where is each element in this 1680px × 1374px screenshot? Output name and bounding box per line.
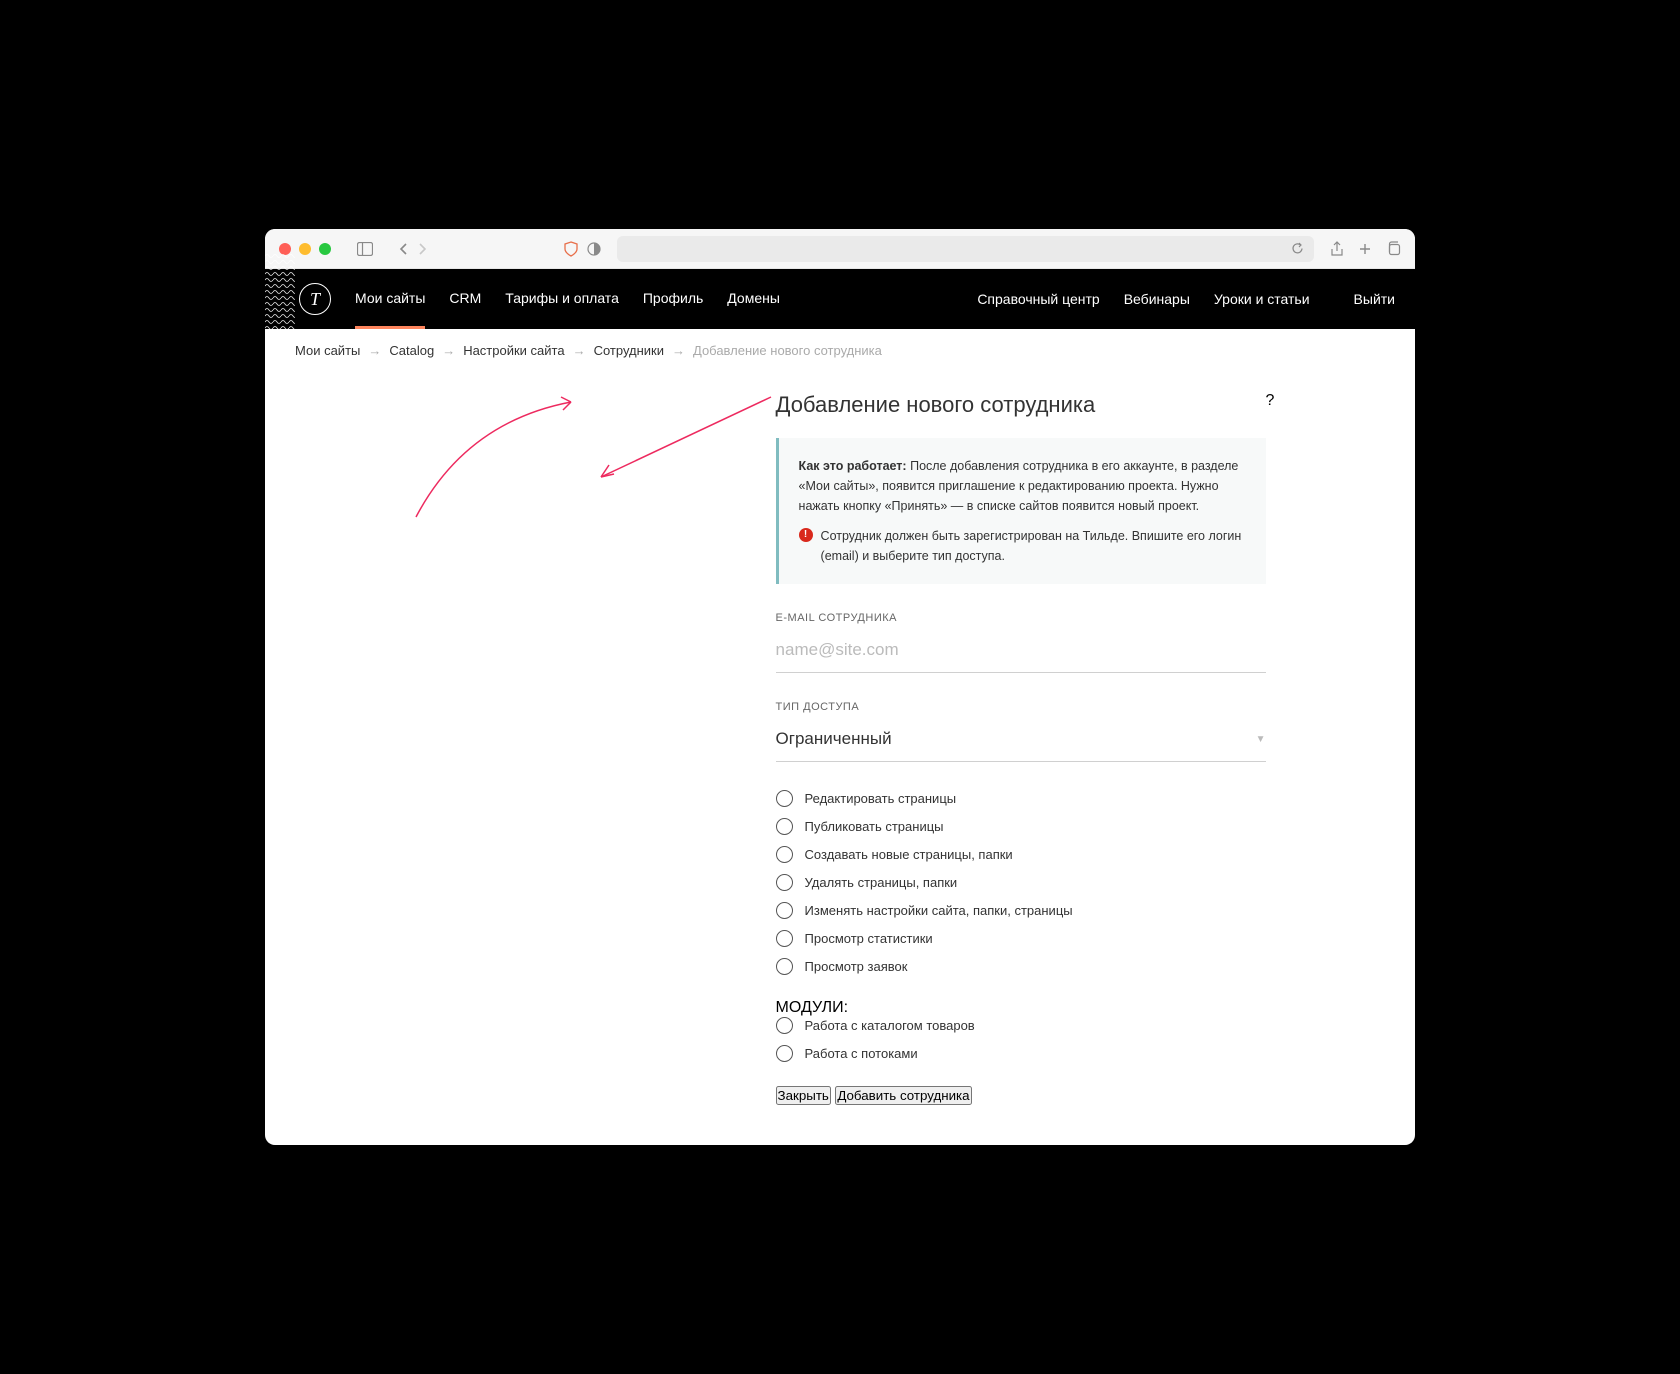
url-bar[interactable] — [617, 236, 1314, 262]
email-field[interactable] — [776, 634, 1266, 673]
tabs-icon[interactable] — [1386, 241, 1401, 256]
chevron-down-icon: ▼ — [1256, 734, 1266, 745]
breadcrumb-current: Добавление нового сотрудника — [693, 343, 882, 358]
radio-icon — [776, 874, 793, 891]
nav-logout[interactable]: Выйти — [1354, 291, 1395, 307]
chevron-right-icon: → — [573, 343, 586, 358]
radio-icon — [776, 958, 793, 975]
permissions-list: Редактировать страницы Публиковать стран… — [776, 790, 1266, 975]
privacy-icon[interactable] — [587, 242, 601, 256]
breadcrumb-item[interactable]: Catalog — [389, 343, 434, 358]
nav-domains[interactable]: Домены — [727, 290, 780, 329]
chevron-right-icon: → — [672, 343, 685, 358]
nav-help-center[interactable]: Справочный центр — [977, 291, 1099, 307]
page-title: Добавление нового сотрудника — [776, 392, 1266, 418]
breadcrumb-item[interactable]: Сотрудники — [594, 343, 664, 358]
reload-icon[interactable] — [1291, 242, 1304, 255]
main-content: Добавление нового сотрудника Как это раб… — [265, 372, 1415, 1145]
traffic-lights — [279, 243, 331, 255]
modules-label: МОДУЛИ: — [776, 999, 1266, 1017]
access-select[interactable]: Ограниченный ▼ — [776, 723, 1266, 762]
module-item[interactable]: Работа с каталогом товаров — [776, 1017, 1266, 1034]
permission-label: Просмотр заявок — [805, 959, 908, 974]
access-value: Ограниченный — [776, 729, 892, 749]
nav-profile[interactable]: Профиль — [643, 290, 703, 329]
annotation-arrow-2 — [586, 392, 776, 492]
nav-pricing[interactable]: Тарифы и оплата — [505, 290, 619, 329]
chevron-right-icon: → — [442, 343, 455, 358]
submit-button[interactable]: Добавить сотрудника — [835, 1086, 971, 1105]
permission-item[interactable]: Публиковать страницы — [776, 818, 1266, 835]
permission-item[interactable]: Удалять страницы, папки — [776, 874, 1266, 891]
breadcrumb-item[interactable]: Мои сайты — [295, 343, 360, 358]
permission-label: Публиковать страницы — [805, 819, 944, 834]
close-button[interactable]: Закрыть — [776, 1086, 831, 1105]
module-label: Работа с каталогом товаров — [805, 1018, 975, 1033]
nav-crm[interactable]: CRM — [449, 290, 481, 329]
share-icon[interactable] — [1330, 241, 1344, 257]
browser-window: T Мои сайты CRM Тарифы и оплата Профиль … — [265, 229, 1415, 1145]
breadcrumb: Мои сайты → Catalog → Настройки сайта → … — [265, 329, 1415, 372]
browser-chrome — [265, 229, 1415, 269]
radio-icon — [776, 930, 793, 947]
info-box: Как это работает: После добавления сотру… — [776, 438, 1266, 584]
breadcrumb-item[interactable]: Настройки сайта — [463, 343, 564, 358]
radio-icon — [776, 818, 793, 835]
window-maximize-icon[interactable] — [319, 243, 331, 255]
modules-list: Работа с каталогом товаров Работа с пото… — [776, 1017, 1266, 1062]
nav-articles[interactable]: Уроки и статьи — [1214, 291, 1310, 307]
permission-item[interactable]: Редактировать страницы — [776, 790, 1266, 807]
module-item[interactable]: Работа с потоками — [776, 1045, 1266, 1062]
permission-label: Удалять страницы, папки — [805, 875, 958, 890]
forward-icon[interactable] — [417, 242, 427, 256]
radio-icon — [776, 846, 793, 863]
email-label: E-MAIL СОТРУДНИКА — [776, 612, 1266, 624]
nav-webinars[interactable]: Вебинары — [1124, 291, 1190, 307]
radio-icon — [776, 1017, 793, 1034]
back-icon[interactable] — [399, 242, 409, 256]
permission-label: Создавать новые страницы, папки — [805, 847, 1013, 862]
help-button[interactable]: ? — [1266, 392, 1275, 1105]
radio-icon — [776, 790, 793, 807]
info-label: Как это работает: — [799, 459, 907, 473]
access-label: ТИП ДОСТУПА — [776, 701, 1266, 713]
info-warning-text: Сотрудник должен быть зарегистрирован на… — [821, 526, 1246, 566]
annotation-arrow-1 — [406, 392, 586, 522]
chevron-right-icon: → — [368, 343, 381, 358]
warning-icon: ! — [799, 528, 813, 542]
logo[interactable]: T — [299, 283, 331, 315]
new-tab-icon[interactable] — [1358, 242, 1372, 256]
sidebar-icon[interactable] — [357, 242, 373, 256]
permission-item[interactable]: Изменять настройки сайта, папки, страниц… — [776, 902, 1266, 919]
nav-my-sites[interactable]: Мои сайты — [355, 290, 425, 329]
window-close-icon[interactable] — [279, 243, 291, 255]
window-minimize-icon[interactable] — [299, 243, 311, 255]
permission-item[interactable]: Просмотр статистики — [776, 930, 1266, 947]
permission-item[interactable]: Просмотр заявок — [776, 958, 1266, 975]
shield-icon[interactable] — [563, 241, 579, 257]
app-topbar: T Мои сайты CRM Тарифы и оплата Профиль … — [265, 269, 1415, 329]
permission-item[interactable]: Создавать новые страницы, папки — [776, 846, 1266, 863]
permission-label: Изменять настройки сайта, папки, страниц… — [805, 903, 1073, 918]
module-label: Работа с потоками — [805, 1046, 918, 1061]
radio-icon — [776, 902, 793, 919]
radio-icon — [776, 1045, 793, 1062]
permission-label: Просмотр статистики — [805, 931, 933, 946]
permission-label: Редактировать страницы — [805, 791, 957, 806]
